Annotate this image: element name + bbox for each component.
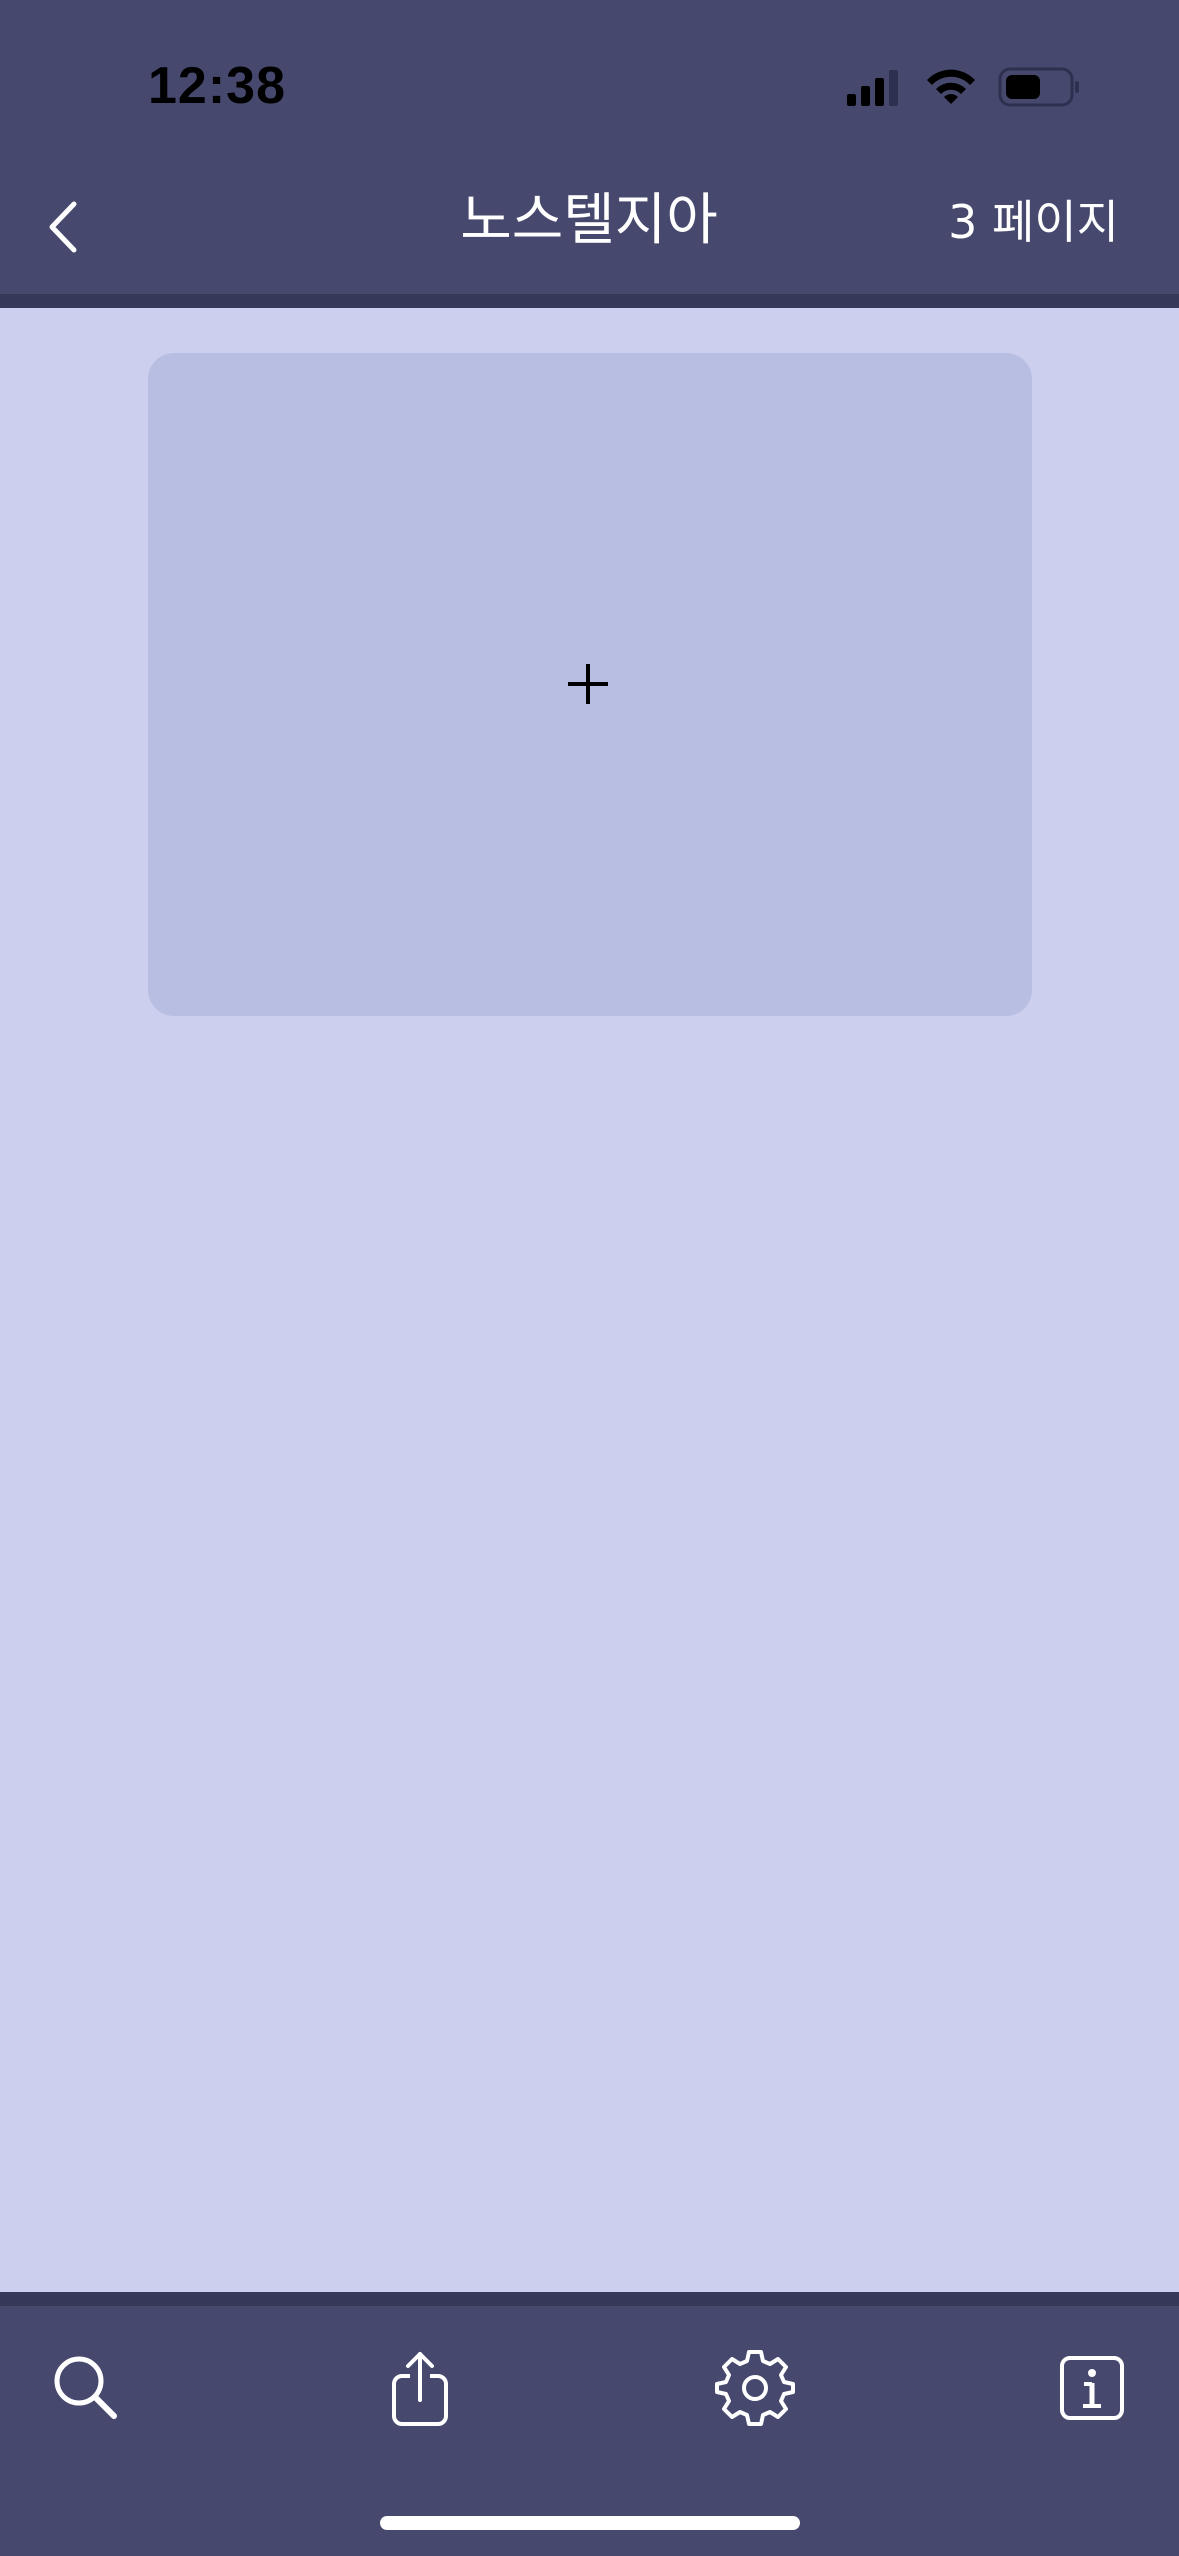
- share-button[interactable]: [380, 2348, 460, 2428]
- chevron-left-icon[interactable]: [40, 192, 90, 262]
- nav-divider: [0, 294, 1179, 308]
- info-button[interactable]: [1052, 2348, 1132, 2428]
- wifi-icon: [927, 69, 975, 104]
- signal-icon: [847, 70, 898, 106]
- page-count-button[interactable]: 3 페이지: [948, 192, 1119, 252]
- search-icon: [54, 2356, 117, 2419]
- plus-icon: [568, 664, 608, 704]
- share-icon: [392, 2352, 448, 2426]
- tab-bar-divider: [0, 2292, 1179, 2306]
- info-icon: [1060, 2356, 1124, 2420]
- battery-icon: [998, 67, 1079, 107]
- settings-button[interactable]: [715, 2348, 795, 2428]
- status-time: 12:38: [148, 57, 286, 115]
- page-title: 노스텔지아: [460, 188, 718, 253]
- home-indicator: [380, 2516, 800, 2530]
- gear-icon: [715, 2350, 795, 2426]
- search-button[interactable]: [46, 2348, 126, 2428]
